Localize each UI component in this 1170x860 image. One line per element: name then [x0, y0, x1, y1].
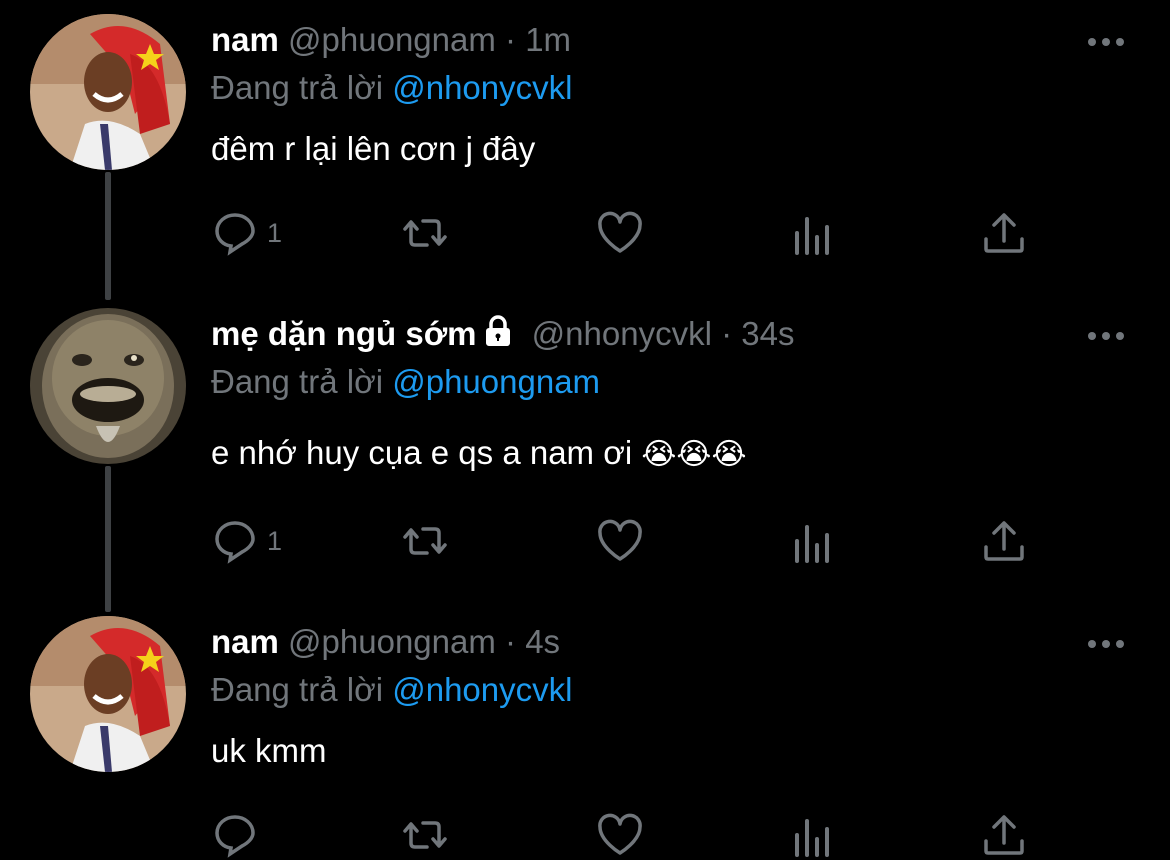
- share-icon: [984, 521, 1024, 561]
- display-name[interactable]: mẹ dặn ngủ sớm: [211, 315, 477, 352]
- share-icon: [984, 815, 1024, 855]
- tweet-text: e nhớ huy cụa e qs a nam ơi 😭😭😭: [211, 432, 747, 476]
- like-button[interactable]: [596, 208, 644, 258]
- tweet-text-content: e nhớ huy cụa e qs a nam ơi: [211, 434, 633, 471]
- replying-to: Đang trả lời @phuongnam: [211, 362, 600, 402]
- mention-link[interactable]: @nhonycvkl: [392, 671, 572, 708]
- user-handle[interactable]: @phuongnam: [288, 21, 496, 58]
- action-bar: [211, 810, 1031, 860]
- reply-button[interactable]: 1: [211, 208, 282, 258]
- tweet-thread: nam @phuongnam · 1m Đang trả lời @nhonyc…: [0, 0, 1170, 859]
- lock-icon: [485, 315, 510, 346]
- display-name[interactable]: nam: [211, 623, 279, 660]
- separator: ·: [505, 21, 517, 58]
- replying-to-label: Đang trả lời: [211, 671, 384, 708]
- more-icon[interactable]: [1086, 36, 1126, 48]
- like-button[interactable]: [596, 516, 644, 566]
- crying-face-emojis: 😭😭😭: [641, 438, 747, 471]
- more-icon[interactable]: [1086, 330, 1126, 342]
- avatar[interactable]: [30, 616, 186, 772]
- share-button[interactable]: [980, 208, 1028, 258]
- action-bar: 1: [211, 208, 1031, 258]
- views-icon: [795, 819, 829, 857]
- tweet-header: nam @phuongnam · 1m: [211, 20, 571, 60]
- like-icon: [598, 211, 642, 253]
- share-button[interactable]: [980, 516, 1028, 566]
- timestamp[interactable]: 4s: [525, 623, 560, 660]
- share-icon: [984, 213, 1024, 253]
- reply-count: 1: [267, 525, 283, 556]
- avatar[interactable]: [30, 308, 186, 464]
- tweet-header: mẹ dặn ngủ sớm @nhonycvkl · 34s: [211, 314, 794, 354]
- action-bar: 1: [211, 516, 1031, 566]
- retweet-button[interactable]: [401, 208, 449, 258]
- replying-to: Đang trả lời @nhonycvkl: [211, 68, 572, 108]
- retweet-icon: [403, 821, 447, 849]
- display-name[interactable]: nam: [211, 21, 279, 58]
- avatar[interactable]: [30, 14, 186, 170]
- retweet-icon: [403, 527, 447, 555]
- reply-icon: [215, 213, 255, 256]
- reply-button[interactable]: 1: [211, 516, 282, 566]
- retweet-button[interactable]: [401, 810, 449, 860]
- replying-to: Đang trả lời @nhonycvkl: [211, 670, 572, 710]
- like-icon: [598, 519, 642, 561]
- thread-connector-line: [105, 466, 111, 612]
- like-button[interactable]: [596, 810, 644, 860]
- views-icon: [795, 217, 829, 255]
- separator: ·: [721, 315, 733, 352]
- more-icon[interactable]: [1086, 638, 1126, 650]
- user-handle[interactable]: @phuongnam: [288, 623, 496, 660]
- tweet-text: uk kmm: [211, 732, 327, 769]
- user-handle[interactable]: @nhonycvkl: [532, 315, 712, 352]
- retweet-button[interactable]: [401, 516, 449, 566]
- reply-icon: [215, 815, 255, 858]
- timestamp[interactable]: 34s: [741, 315, 794, 352]
- views-icon: [795, 525, 829, 563]
- views-button[interactable]: [789, 208, 837, 258]
- retweet-icon: [403, 219, 447, 247]
- reply-button[interactable]: [211, 810, 259, 860]
- share-button[interactable]: [980, 810, 1028, 860]
- mention-link[interactable]: @nhonycvkl: [392, 69, 572, 106]
- reply-count: 1: [267, 217, 283, 248]
- views-button[interactable]: [789, 516, 837, 566]
- mention-link[interactable]: @phuongnam: [392, 363, 600, 400]
- tweet-header: nam @phuongnam · 4s: [211, 622, 560, 662]
- like-icon: [598, 813, 642, 855]
- views-button[interactable]: [789, 810, 837, 860]
- thread-connector-line: [105, 172, 111, 300]
- replying-to-label: Đang trả lời: [211, 69, 384, 106]
- timestamp[interactable]: 1m: [525, 21, 571, 58]
- separator: ·: [505, 623, 517, 660]
- tweet-text: đêm r lại lên cơn j đây: [211, 130, 536, 167]
- reply-icon: [215, 521, 255, 564]
- replying-to-label: Đang trả lời: [211, 363, 384, 400]
